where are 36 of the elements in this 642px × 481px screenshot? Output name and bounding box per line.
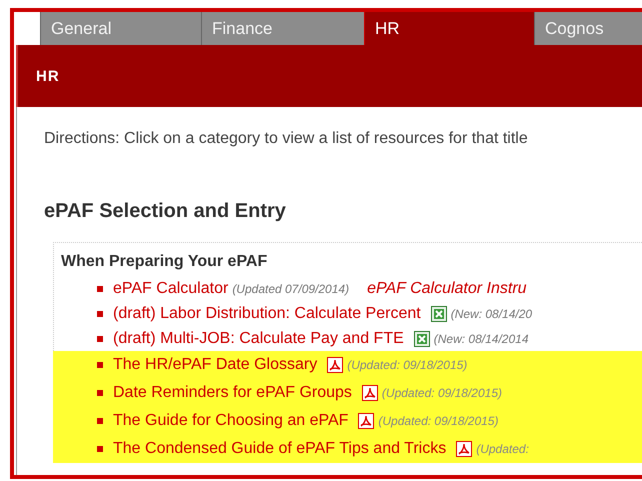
update-note: (New: 08/14/20 <box>450 306 532 320</box>
tab[interactable]: Finance <box>201 12 364 45</box>
document-link[interactable]: (draft) Labor Distribution: Calculate Percent <box>113 304 421 322</box>
document-link[interactable]: The Guide for Choosing an ePAF <box>113 412 348 430</box>
group-title: When Preparing Your ePAF <box>60 253 268 271</box>
document-link[interactable]: The Condensed Guide of ePAF Tips and Tricks <box>113 440 446 458</box>
tab[interactable]: Cognos <box>534 12 642 45</box>
update-note: (Updated 07/09/2014) <box>232 282 350 296</box>
pdf-icon[interactable] <box>358 413 374 429</box>
bullet-icon <box>97 286 103 292</box>
spreadsheet-icon[interactable] <box>430 306 447 322</box>
pdf-icon[interactable] <box>327 357 344 373</box>
document-link[interactable]: Date Reminders for ePAF Groups <box>113 384 352 402</box>
document-link[interactable]: ePAF Calculator <box>113 280 228 298</box>
section-title: ePAF Selection and Entry <box>44 200 287 223</box>
spreadsheet-icon[interactable] <box>414 330 430 346</box>
bullet-icon <box>97 446 103 452</box>
pdf-icon[interactable] <box>456 441 472 457</box>
update-note: (Updated: 09/18/2015) <box>382 386 502 400</box>
bullet-icon <box>97 362 103 368</box>
bullet-icon <box>97 418 103 424</box>
document-link[interactable]: (draft) Multi-JOB: Calculate Pay and FTE <box>113 330 404 348</box>
instructions-link[interactable]: ePAF Calculator Instru <box>367 280 527 298</box>
directions-text: Directions: Click on a category to view a list of resources for that title <box>44 130 529 148</box>
pdf-icon[interactable] <box>362 385 378 401</box>
update-note: (Updated: 09/18/2015) <box>347 358 468 372</box>
tab[interactable]: General <box>40 12 201 45</box>
header-title: HR <box>36 68 60 84</box>
document-link[interactable]: The HR/ePAF Date Glossary <box>113 356 318 374</box>
tab[interactable]: HR <box>364 12 534 45</box>
update-note: (New: 08/14/2014 <box>434 332 528 346</box>
update-note: (Updated: 09/18/2015) <box>378 414 498 428</box>
update-note: (Updated: <box>476 442 529 456</box>
bullet-icon <box>97 336 103 342</box>
bullet-icon <box>97 310 103 316</box>
bullet-icon <box>97 390 103 396</box>
